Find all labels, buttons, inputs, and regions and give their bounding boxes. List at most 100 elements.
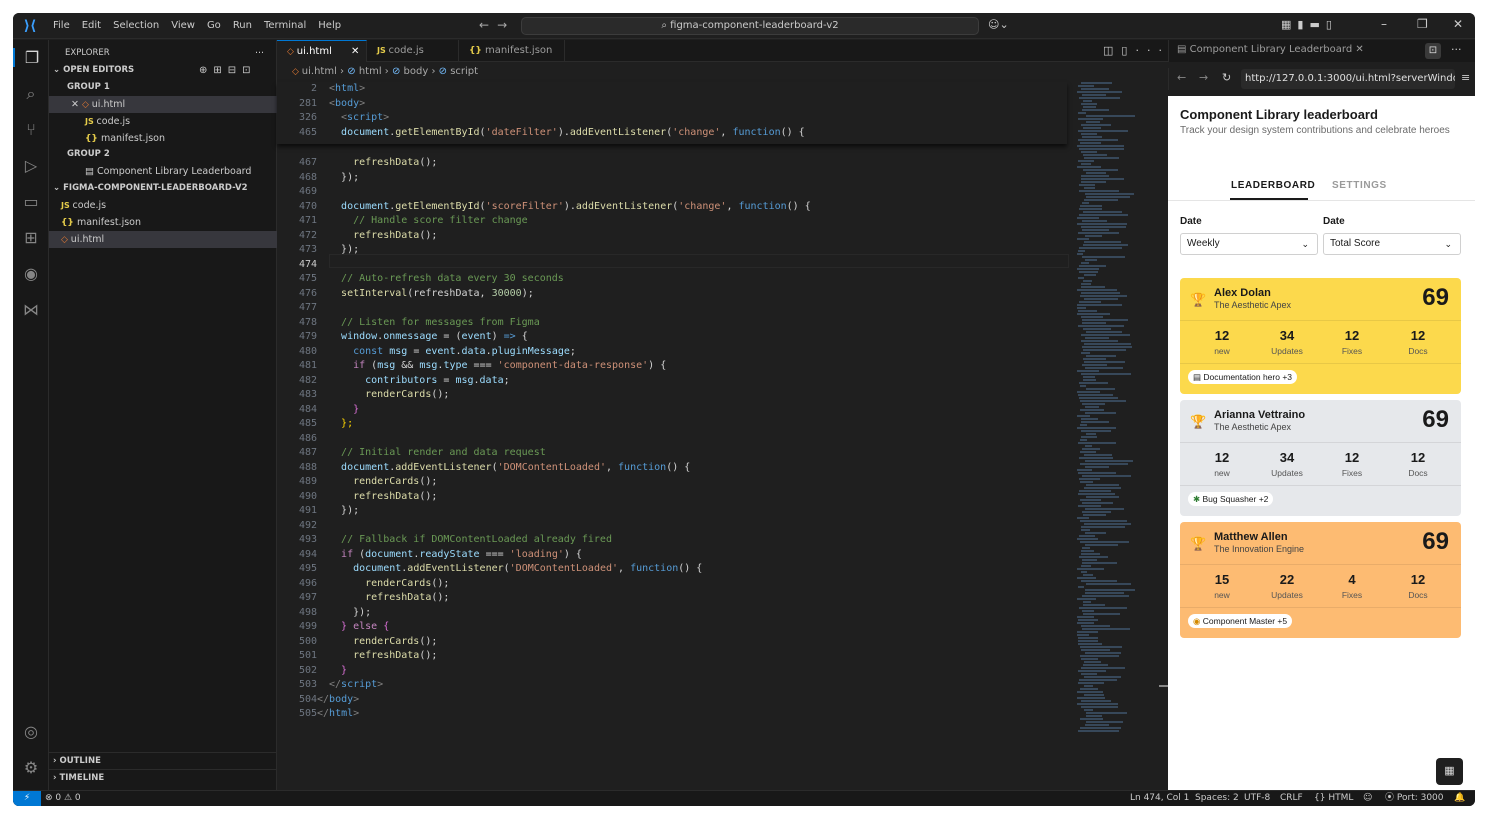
tab-manifest-json[interactable]: {} manifest.json [459, 40, 565, 62]
menu-help[interactable]: Help [312, 20, 347, 31]
tab-settings[interactable]: SETTINGS [1332, 180, 1387, 191]
project-file-code-js[interactable]: JS code.js [49, 197, 277, 214]
timeline-section[interactable]: › TIMELINE [49, 769, 277, 786]
project-file-manifest-json[interactable]: {} manifest.json [49, 214, 277, 231]
minimap-line [1086, 583, 1131, 585]
minimap-line [1085, 445, 1092, 447]
code-line: 465 document.getElementById('dateFilter'… [298, 126, 805, 138]
source-control-icon[interactable]: ⑂ [13, 120, 49, 139]
date-filter-select[interactable]: Weekly ⌄ [1180, 233, 1318, 255]
menu-edit[interactable]: Edit [76, 20, 107, 31]
toggle-panel-icon[interactable]: ▬ [1309, 18, 1325, 31]
menu-icon[interactable]: ≡ [1461, 71, 1470, 84]
breadcrumb-item[interactable]: body [404, 66, 429, 77]
code-editor[interactable]: 467 refreshData(); 468 }); 469 470 docum… [277, 82, 1168, 790]
problems-indicator[interactable]: ⊗ 0 ⚠ 0 [45, 791, 81, 806]
menu-run[interactable]: Run [227, 20, 258, 31]
open-editor-code-js[interactable]: JS code.js [49, 113, 277, 130]
file-label: code.js [72, 200, 107, 211]
scrollbar-thumb[interactable] [1159, 685, 1168, 687]
breadcrumb-item[interactable]: html [359, 66, 382, 77]
test-icon[interactable]: ⋈ [13, 300, 49, 319]
minimap-line [1081, 181, 1106, 183]
tab-code-js[interactable]: JS code.js [367, 40, 459, 62]
code-line: 499 } else { [298, 621, 390, 632]
open-editor-leaderboard-preview[interactable]: ▤ Component Library Leaderboard [49, 163, 277, 180]
copilot-icon[interactable]: ☺⌄ [988, 18, 1009, 31]
close-icon[interactable]: ✕ [71, 99, 82, 110]
editor-tab-bar: ◇ ui.html ✕ JS code.js {} manifest.json ◫… [277, 40, 1168, 62]
card-divider [1180, 485, 1461, 486]
more-actions-icon[interactable]: ··· [1135, 44, 1170, 57]
minimap-line [1083, 106, 1096, 108]
search-icon: ⌕ [661, 20, 671, 31]
leaderboard-card[interactable]: 🏆 Arianna Vettraino The Aesthetic Apex 6… [1180, 400, 1461, 516]
port-indicator[interactable]: ⦿ Port: 3000 [1385, 791, 1444, 806]
menu-terminal[interactable]: Terminal [258, 20, 312, 31]
search-icon[interactable]: ⌕ [13, 84, 49, 104]
code-line: 472 refreshData(); [298, 229, 438, 241]
customize-layout-icon[interactable]: ▦ [1281, 18, 1297, 31]
settings-icon[interactable]: ⚙ [13, 758, 49, 777]
layout-toggle-button[interactable]: ▦ [1436, 758, 1463, 785]
open-editor-manifest-json[interactable]: {} manifest.json [49, 130, 277, 147]
language-mode[interactable]: {} HTML [1314, 791, 1353, 806]
reload-icon[interactable]: ↻ [1222, 71, 1231, 84]
github-icon[interactable]: ◉ [13, 264, 49, 283]
tab-leaderboard-preview[interactable]: ▤ Component Library Leaderboard ✕ [1177, 44, 1364, 55]
indentation[interactable]: Spaces: 2 [1195, 791, 1239, 806]
menu-selection[interactable]: Selection [107, 20, 165, 31]
toggle-sidebar-icon[interactable]: ▮ [1297, 18, 1309, 31]
leaderboard-card[interactable]: 🏆 Matthew Allen The Innovation Engine 69… [1180, 522, 1461, 638]
open-editor-ui-html[interactable]: ✕ ◇ ui.html [49, 96, 277, 113]
notifications-icon[interactable]: 🔔 [1454, 791, 1465, 806]
close-window-icon[interactable]: ✕ [1453, 17, 1463, 31]
project-file-ui-html[interactable]: ◇ ui.html [49, 231, 277, 248]
maximize-icon[interactable]: ❐ [1417, 17, 1428, 31]
outline-section[interactable]: › OUTLINE [49, 752, 277, 769]
back-arrow-icon[interactable]: ← [479, 18, 497, 32]
open-preview-icon[interactable]: ◫ [1103, 44, 1121, 57]
toggle-secondary-sidebar-icon[interactable]: ▯ [1326, 18, 1338, 31]
menu-file[interactable]: File [47, 20, 76, 31]
tab-label: manifest.json [484, 45, 553, 56]
account-icon[interactable]: ◎ [13, 722, 49, 741]
extensions-icon[interactable]: ⊞ [13, 228, 49, 247]
open-editors-actions[interactable]: ⊕⊞⊟⊡ [199, 62, 275, 79]
line-ending[interactable]: CRLF [1280, 791, 1303, 806]
remote-indicator-icon[interactable]: ⚡ [13, 791, 41, 806]
remote-explorer-icon[interactable]: ▭ [13, 192, 49, 211]
minimap[interactable] [1075, 82, 1165, 742]
forward-arrow-icon[interactable]: → [1199, 71, 1208, 84]
explorer-icon[interactable]: ❐ [13, 48, 49, 67]
encoding[interactable]: UTF-8 [1244, 791, 1270, 806]
copilot-status-icon[interactable]: ☺ [1363, 791, 1372, 806]
minimap-line [1081, 658, 1098, 660]
run-debug-icon[interactable]: ▷ [13, 156, 49, 175]
minimap-line [1077, 691, 1103, 693]
back-arrow-icon[interactable]: ← [1177, 71, 1186, 84]
url-input[interactable]: http://127.0.0.1:3000/ui.html?serverWind… [1241, 69, 1455, 89]
more-actions-icon[interactable]: ··· [255, 45, 275, 62]
forward-arrow-icon[interactable]: → [497, 18, 515, 32]
project-section[interactable]: ⌄ FIGMA-COMPONENT-LEADERBOARD-V2 [49, 180, 277, 197]
breadcrumb-item[interactable]: ui.html [302, 66, 337, 77]
close-icon[interactable]: ✕ [351, 41, 359, 63]
cursor-position[interactable]: Ln 474, Col 1 [1130, 791, 1189, 806]
score-filter-select[interactable]: Total Score ⌄ [1323, 233, 1461, 255]
breadcrumb-item[interactable]: script [450, 66, 478, 77]
lock-icon[interactable]: ⊡ [1425, 43, 1441, 59]
minimap-line [1081, 436, 1097, 438]
menu-go[interactable]: Go [201, 20, 227, 31]
minimize-icon[interactable]: – [1381, 17, 1387, 31]
code-line: 492 [298, 519, 317, 531]
tab-leaderboard[interactable]: LEADERBOARD [1231, 180, 1315, 191]
tab-ui-html[interactable]: ◇ ui.html ✕ [277, 40, 367, 62]
close-icon[interactable]: ✕ [1352, 44, 1363, 55]
minimap-line [1077, 622, 1094, 624]
more-actions-icon[interactable]: ··· [1451, 43, 1462, 56]
split-editor-icon[interactable]: ▯ [1121, 44, 1135, 57]
leaderboard-card[interactable]: 🏆 Alex Dolan The Aesthetic Apex 69 12 new… [1180, 278, 1461, 394]
menu-view[interactable]: View [165, 20, 201, 31]
command-center-search[interactable]: ⌕ figma-component-leaderboard-v2 [521, 17, 979, 35]
